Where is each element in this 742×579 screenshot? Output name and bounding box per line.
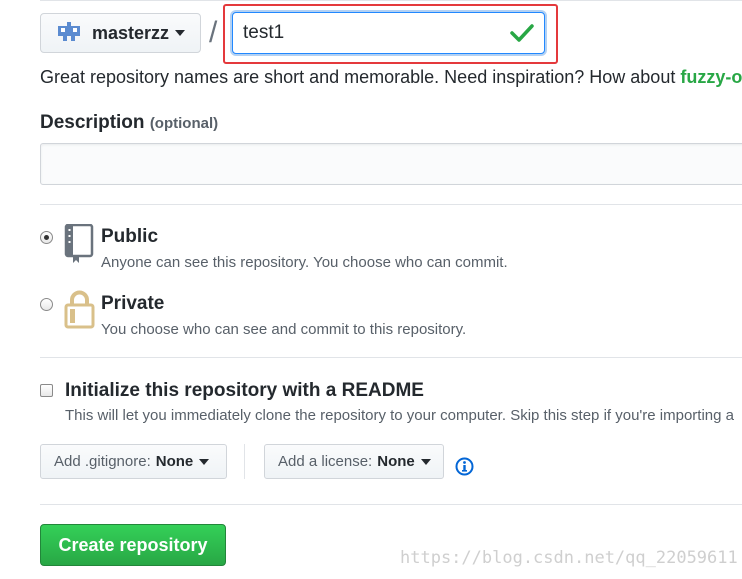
checkmark-icon <box>510 24 534 42</box>
description-label: Description (optional) <box>40 112 218 134</box>
section-divider <box>40 504 742 505</box>
init-readme-description: This will let you immediately clone the … <box>65 407 734 424</box>
section-divider <box>40 204 742 205</box>
lock-icon <box>64 290 95 329</box>
owner-name: masterzz <box>92 22 170 43</box>
public-label: Public <box>101 226 159 247</box>
description-label-text: Description <box>40 112 145 133</box>
license-label: Add a license: <box>278 453 373 470</box>
watermark-text: https://blog.csdn.net/qq_22059611 <box>400 548 738 568</box>
owner-dropdown[interactable]: masterzz <box>40 13 201 53</box>
info-icon[interactable] <box>455 457 474 476</box>
private-label: Private <box>101 293 165 314</box>
license-dropdown[interactable]: Add a license: None <box>264 444 444 479</box>
repo-book-icon <box>64 224 94 263</box>
owner-repo-separator: / <box>209 16 218 49</box>
public-description: Anyone can see this repository. You choo… <box>101 254 508 271</box>
chevron-down-icon <box>420 458 431 465</box>
public-radio[interactable] <box>40 231 53 244</box>
chevron-down-icon <box>199 458 210 465</box>
description-input[interactable] <box>40 143 742 185</box>
chevron-down-icon <box>175 30 186 36</box>
optional-note: (optional) <box>149 115 219 132</box>
dropdown-separator <box>244 444 245 479</box>
name-hint-text: Great repository names are short and mem… <box>40 67 681 87</box>
owner-avatar-icon <box>58 22 80 41</box>
gitignore-dropdown[interactable]: Add .gitignore: None <box>40 444 227 479</box>
repository-name-input[interactable] <box>232 12 545 54</box>
top-divider <box>40 0 742 1</box>
private-description: You choose who can see and commit to thi… <box>101 321 467 338</box>
gitignore-value: None <box>155 453 194 470</box>
section-divider <box>40 357 742 358</box>
private-radio[interactable] <box>40 298 53 311</box>
name-suggestion-link[interactable]: fuzzy-o <box>680 67 742 87</box>
create-repository-button[interactable]: Create repository <box>40 524 226 566</box>
init-readme-label: Initialize this repository with a README <box>65 380 424 401</box>
license-value: None <box>377 453 415 470</box>
gitignore-label: Add .gitignore: <box>54 453 151 470</box>
name-hint: Great repository names are short and mem… <box>40 67 742 88</box>
init-readme-checkbox[interactable] <box>40 384 53 397</box>
